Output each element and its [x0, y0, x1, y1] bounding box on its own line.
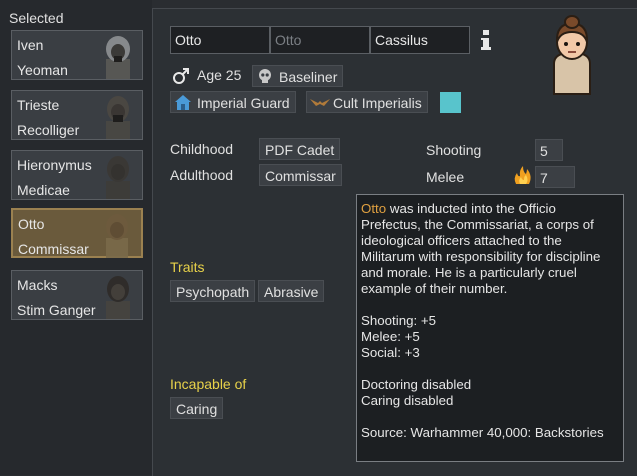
childhood-label: Childhood [170, 141, 234, 157]
ideology-chip[interactable]: Cult Imperialis [306, 91, 428, 113]
pawn-sidebar: Selected Iven Yeoman Trieste Recolliger … [0, 0, 152, 475]
pawn-title: Stim Ganger [17, 302, 96, 318]
age-label: Age 25 [197, 67, 242, 83]
faction-label: Imperial Guard [197, 95, 290, 111]
faction-house-icon [175, 95, 191, 110]
pawn-card-hieronymus[interactable]: Hieronymus Medicae [11, 150, 143, 200]
traits-label: Traits [170, 259, 205, 275]
pawn-portrait-large-icon [553, 15, 591, 95]
pawn-portrait-icon [106, 156, 130, 199]
pawn-card-iven[interactable]: Iven Yeoman [11, 30, 143, 80]
pawn-name: Iven [17, 37, 44, 53]
xenotype-label: Baseliner [279, 69, 338, 85]
incapable-label: Incapable of [170, 376, 247, 392]
tooltip-stat-shooting: Shooting: +5 [361, 313, 437, 328]
eagle-icon [310, 99, 330, 106]
tooltip-disabled-caring: Caring disabled [361, 393, 454, 408]
pawn-name: Otto [18, 216, 45, 232]
skill-value-shooting: 5 [535, 139, 563, 161]
pawn-title: Recolliger [17, 122, 80, 138]
pawn-name: Macks [17, 277, 58, 293]
passion-flame-icon [514, 166, 531, 184]
incapable-chip-caring[interactable]: Caring [170, 397, 224, 419]
skill-value-melee: 7 [535, 166, 575, 188]
pawn-card-trieste[interactable]: Trieste Recolliger [11, 90, 143, 140]
tooltip-description: Otto was inducted into the Officio Prefe… [361, 201, 619, 297]
tooltip-stat-melee: Melee: +5 [361, 329, 420, 344]
selected-label: Selected [9, 10, 64, 26]
tooltip-pawn-name: Otto [361, 201, 387, 216]
pawn-portrait-icon [106, 36, 130, 79]
trait-chip-abrasive[interactable]: Abrasive [258, 280, 325, 302]
pawn-title: Commissar [18, 241, 89, 257]
nickname-field[interactable]: Otto [270, 26, 370, 54]
info-icon[interactable] [479, 28, 493, 52]
trait-chip-psychopath[interactable]: Psychopath [170, 280, 256, 302]
pawn-portrait-icon [106, 214, 128, 258]
pawn-title: Medicae [17, 182, 70, 198]
faction-chip[interactable]: Imperial Guard [170, 91, 296, 113]
pawn-portrait-icon [106, 276, 130, 319]
ideology-label: Cult Imperialis [333, 95, 422, 111]
male-icon [173, 68, 189, 84]
tooltip-stat-social: Social: +3 [361, 345, 420, 360]
tooltip-desc-text: was inducted into the Officio Prefectus,… [361, 201, 601, 296]
skill-label-melee: Melee [426, 169, 465, 185]
skull-icon [259, 69, 271, 83]
tooltip-source: Source: Warhammer 40,000: Backstories [361, 425, 604, 440]
pawn-card-otto[interactable]: Otto Commissar [11, 208, 143, 258]
favorite-color-swatch[interactable] [440, 92, 461, 113]
skill-label-shooting: Shooting [426, 142, 482, 158]
first-name-field[interactable]: Otto [170, 26, 270, 54]
xenotype-chip[interactable]: Baseliner [252, 65, 344, 87]
pawn-title: Yeoman [17, 62, 68, 78]
childhood-chip[interactable]: PDF Cadet [259, 138, 341, 160]
backstory-tooltip: Otto was inducted into the Officio Prefe… [356, 194, 624, 462]
adulthood-chip[interactable]: Commissar [259, 164, 342, 186]
pawn-name: Trieste [17, 97, 60, 113]
pawn-card-macks[interactable]: Macks Stim Ganger [11, 270, 143, 320]
last-name-field[interactable]: Cassilus [370, 26, 470, 54]
pawn-portrait-icon [106, 96, 130, 139]
tooltip-disabled-doctoring: Doctoring disabled [361, 377, 472, 392]
pawn-name: Hieronymus [17, 157, 92, 173]
adulthood-label: Adulthood [170, 167, 234, 183]
